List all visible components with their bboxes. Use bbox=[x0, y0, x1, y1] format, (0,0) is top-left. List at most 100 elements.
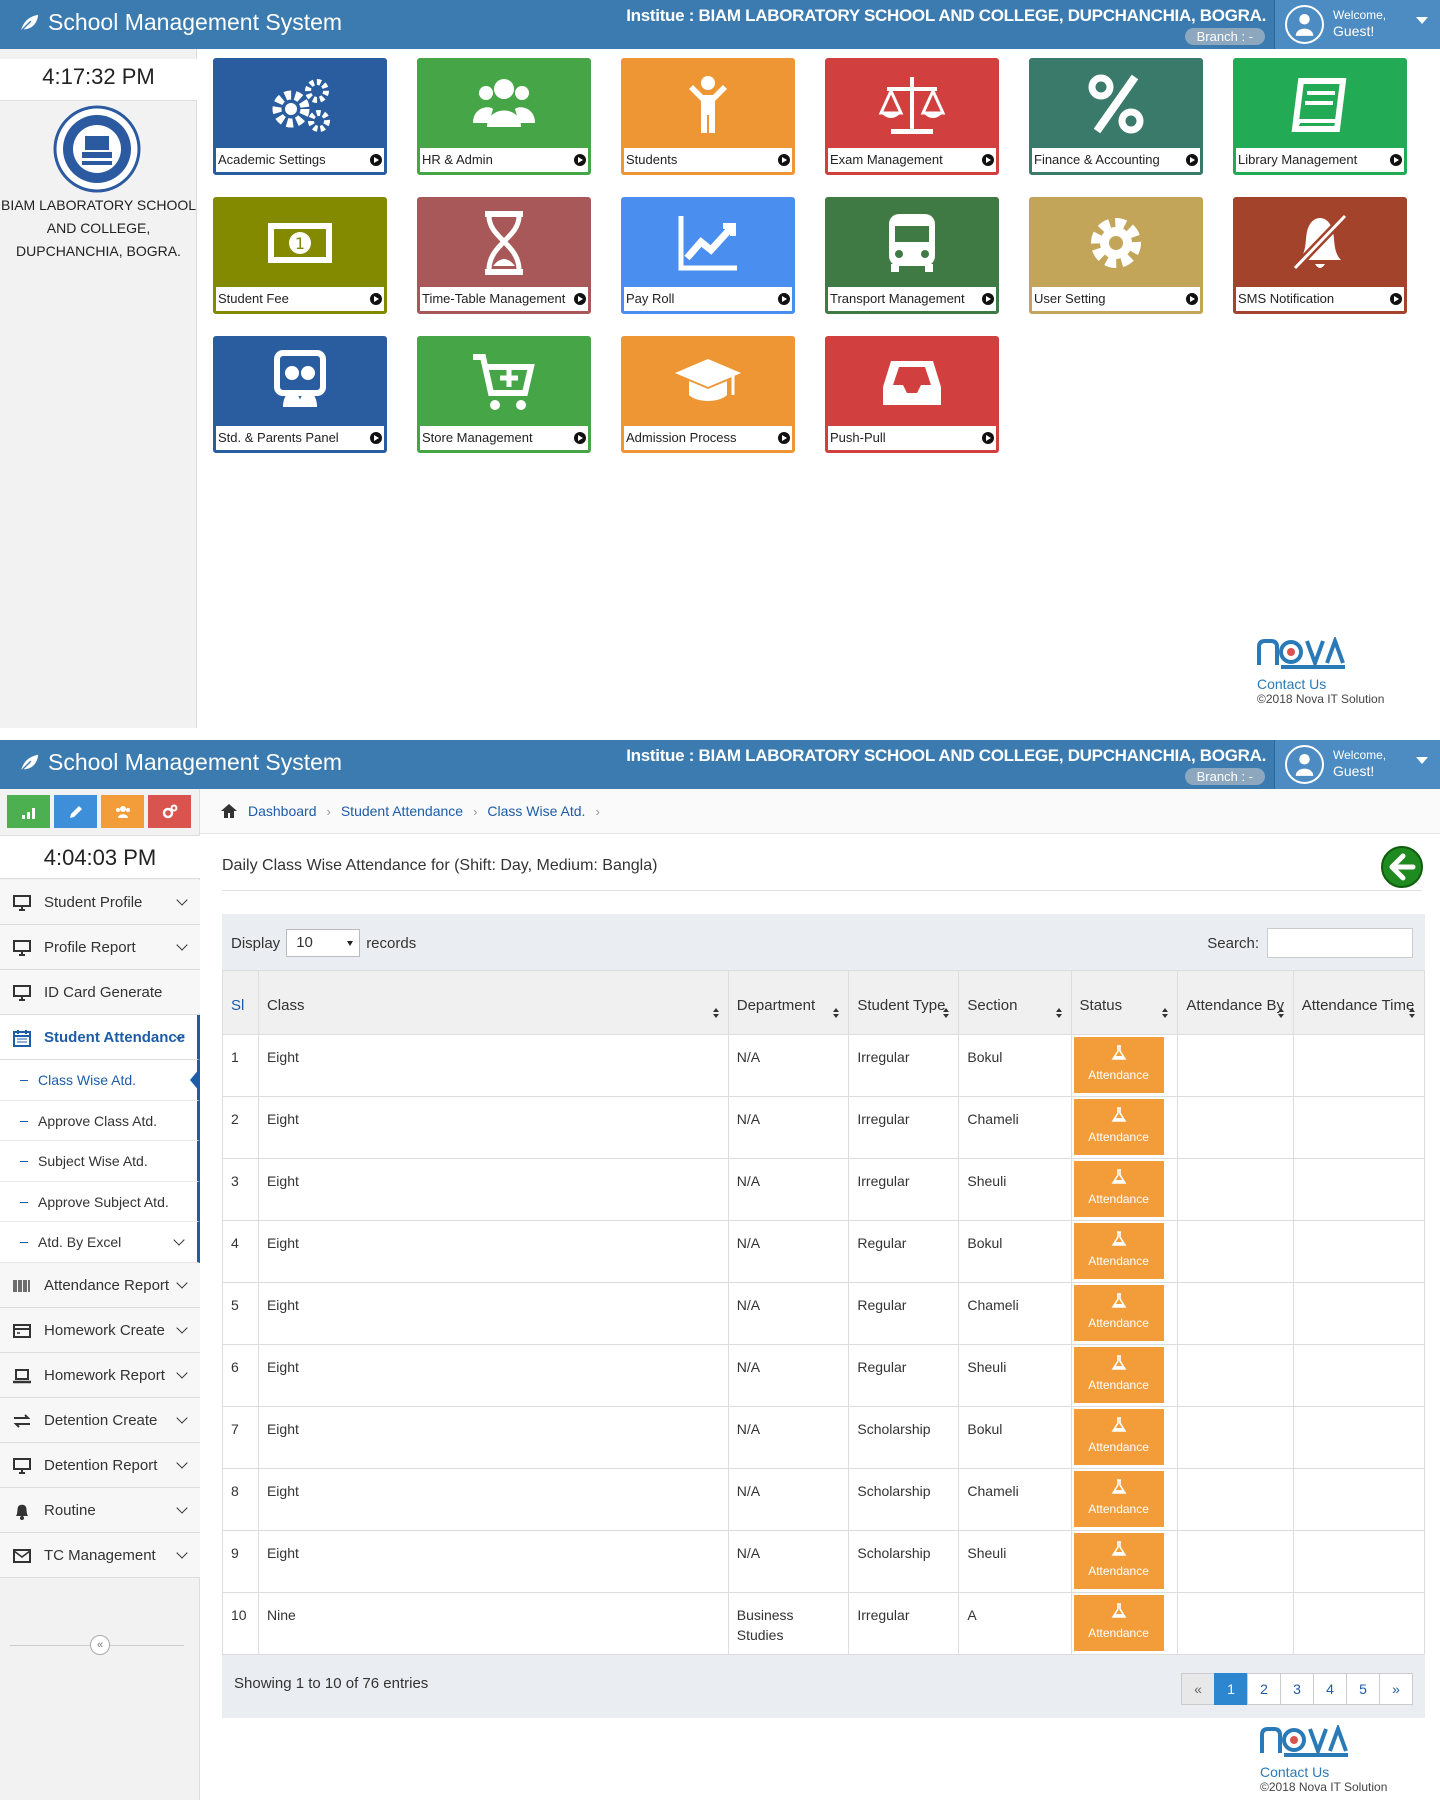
dashboard-screen: School Management System Institue : BIAM… bbox=[0, 0, 1440, 728]
tile-label: Finance & Accounting bbox=[1032, 148, 1200, 172]
sidebar-item-homework-report[interactable]: Homework Report bbox=[0, 1352, 200, 1398]
attendance-button[interactable]: Attendance bbox=[1073, 1037, 1164, 1093]
records-label: records bbox=[366, 934, 417, 952]
tile-finance-accounting[interactable]: Finance & Accounting bbox=[1029, 58, 1203, 175]
svg-text:1: 1 bbox=[295, 234, 305, 253]
desktop-icon bbox=[13, 895, 31, 911]
back-button[interactable] bbox=[1381, 846, 1423, 888]
tile-academic-settings[interactable]: Academic Settings bbox=[213, 58, 387, 175]
attendance-button[interactable]: Attendance bbox=[1073, 1471, 1164, 1527]
column-header-attendance-by[interactable]: Attendance By bbox=[1177, 970, 1294, 1035]
breadcrumb-dashboard[interactable]: Dashboard bbox=[248, 789, 317, 834]
nova-logo bbox=[1257, 635, 1345, 669]
cell-attendance-time bbox=[1292, 1592, 1426, 1655]
sidebar-item-student-attendance[interactable]: Student Attendance bbox=[0, 1015, 200, 1060]
contact-link[interactable]: Contact Us bbox=[1257, 676, 1397, 692]
table-info: Showing 1 to 10 of 76 entries bbox=[234, 1675, 429, 1692]
pagination-page[interactable]: 2 bbox=[1247, 1673, 1281, 1705]
attendance-button[interactable]: Attendance bbox=[1073, 1099, 1164, 1155]
attendance-button[interactable]: Attendance bbox=[1073, 1161, 1164, 1217]
attendance-button[interactable]: Attendance bbox=[1073, 1595, 1164, 1651]
attendance-button[interactable]: Attendance bbox=[1073, 1533, 1164, 1589]
submenu-item-approve-class-atd[interactable]: Approve Class Atd. bbox=[0, 1100, 200, 1142]
pagination-page[interactable]: 4 bbox=[1313, 1673, 1347, 1705]
tile-library-management[interactable]: Library Management bbox=[1233, 58, 1407, 175]
sidebar-item-student-profile[interactable]: Student Profile bbox=[0, 880, 200, 925]
tile-admission-process[interactable]: Admission Process bbox=[621, 336, 795, 453]
users-button[interactable] bbox=[101, 795, 144, 828]
sidebar-item-label: Homework Create bbox=[44, 1321, 165, 1339]
settings-button[interactable] bbox=[148, 795, 191, 828]
sidebar-item-attendance-report[interactable]: Attendance Report bbox=[0, 1262, 200, 1308]
attendance-button-label: Attendance bbox=[1088, 1254, 1149, 1268]
cell-section: Bokul bbox=[958, 1220, 1072, 1283]
cell-student-type: Scholarship bbox=[848, 1468, 960, 1531]
app-brand[interactable]: School Management System bbox=[18, 9, 342, 36]
sidebar-item-detention-report[interactable]: Detention Report bbox=[0, 1442, 200, 1488]
column-header-section[interactable]: Section bbox=[958, 970, 1072, 1035]
tile-hr-admin[interactable]: HR & Admin bbox=[417, 58, 591, 175]
contact-link[interactable]: Contact Us bbox=[1260, 1764, 1400, 1780]
column-header-department[interactable]: Department bbox=[727, 970, 850, 1035]
submenu-item-subject-wise-atd[interactable]: Subject Wise Atd. bbox=[0, 1141, 200, 1182]
tile-push-pull[interactable]: Push-Pull bbox=[825, 336, 999, 453]
tile-label: HR & Admin bbox=[420, 148, 588, 172]
arrow-circle-right-icon bbox=[574, 154, 586, 166]
column-header-student-type[interactable]: Student Type bbox=[848, 970, 960, 1035]
user-menu[interactable]: Welcome, Guest! bbox=[1274, 740, 1440, 789]
attendance-button[interactable]: Attendance bbox=[1073, 1285, 1164, 1341]
pagination-previous[interactable]: « bbox=[1181, 1673, 1215, 1705]
sidebar-item-routine[interactable]: Routine bbox=[0, 1487, 200, 1533]
tile-pay-roll[interactable]: Pay Roll bbox=[621, 197, 795, 314]
column-header-status[interactable]: Status bbox=[1070, 970, 1179, 1035]
breadcrumb-class-wise[interactable]: Class Wise Atd. bbox=[487, 789, 585, 834]
sidebar-item-detention-create[interactable]: Detention Create bbox=[0, 1397, 200, 1443]
sidebar: 4:17:32 PM BIAM LABORATORY SCHOOL AND CO… bbox=[0, 49, 197, 728]
app-brand[interactable]: School Management System bbox=[18, 749, 342, 776]
page-length-select[interactable]: 10 bbox=[286, 929, 361, 957]
user-menu[interactable]: Welcome, Guest! bbox=[1274, 0, 1440, 49]
pagination-page[interactable]: 5 bbox=[1346, 1673, 1380, 1705]
quick-buttons bbox=[7, 795, 191, 828]
sidebar-item-id-card-generate[interactable]: ID Card Generate bbox=[0, 970, 200, 1015]
column-header-attendance-time[interactable]: Attendance Time bbox=[1292, 970, 1426, 1035]
submenu-item-approve-subject-atd[interactable]: Approve Subject Atd. bbox=[0, 1181, 200, 1223]
branch-badge: Branch : - bbox=[1184, 768, 1265, 785]
attendance-button[interactable]: Attendance bbox=[1073, 1409, 1164, 1465]
tile-transport-management[interactable]: Transport Management bbox=[825, 197, 999, 314]
cell-department: N/A bbox=[727, 1096, 850, 1159]
sidebar-item-homework-create[interactable]: Homework Create bbox=[0, 1307, 200, 1353]
pagination-next[interactable]: » bbox=[1379, 1673, 1413, 1705]
caret-down-icon[interactable] bbox=[1416, 757, 1428, 764]
pagination-page[interactable]: 1 bbox=[1214, 1673, 1248, 1705]
tile-std-parents-panel[interactable]: Std. & Parents Panel bbox=[213, 336, 387, 453]
column-header-class[interactable]: Class bbox=[257, 970, 729, 1035]
tile-label: Store Management bbox=[420, 426, 588, 450]
tile-student-fee[interactable]: 1 Student Fee bbox=[213, 197, 387, 314]
attendance-button[interactable]: Attendance bbox=[1073, 1223, 1164, 1279]
attendance-button[interactable]: Attendance bbox=[1073, 1347, 1164, 1403]
submenu-item-atd-by-excel[interactable]: Atd. By Excel bbox=[0, 1222, 200, 1263]
caret-down-icon[interactable] bbox=[1416, 17, 1428, 24]
search-input[interactable] bbox=[1267, 928, 1413, 958]
sidebar-item-profile-report[interactable]: Profile Report bbox=[0, 925, 200, 970]
cell-status: Attendance bbox=[1070, 1530, 1179, 1593]
sidebar-item-tc-management[interactable]: TC Management bbox=[0, 1532, 200, 1578]
stats-button[interactable] bbox=[7, 795, 50, 828]
cell-student-type: Irregular bbox=[848, 1592, 960, 1655]
tile-students[interactable]: Students bbox=[621, 58, 795, 175]
tile-exam-management[interactable]: Exam Management bbox=[825, 58, 999, 175]
edit-button[interactable] bbox=[54, 795, 97, 828]
home-icon[interactable] bbox=[220, 802, 238, 820]
tile-user-setting[interactable]: User Setting bbox=[1029, 197, 1203, 314]
arrow-circle-right-icon bbox=[1390, 154, 1402, 166]
tile-store-management[interactable]: Store Management bbox=[417, 336, 591, 453]
tile-time-table-management[interactable]: Time-Table Management bbox=[417, 197, 591, 314]
column-header-sl[interactable]: Sl bbox=[222, 970, 259, 1035]
cell-attendance-by bbox=[1177, 1344, 1294, 1407]
collapse-sidebar-button[interactable]: « bbox=[90, 1635, 110, 1655]
breadcrumb-student-attendance[interactable]: Student Attendance bbox=[341, 789, 463, 834]
pagination-page[interactable]: 3 bbox=[1280, 1673, 1314, 1705]
submenu-item-class-wise-atd[interactable]: Class Wise Atd. bbox=[0, 1060, 200, 1101]
tile-sms-notification[interactable]: SMS Notification bbox=[1233, 197, 1407, 314]
